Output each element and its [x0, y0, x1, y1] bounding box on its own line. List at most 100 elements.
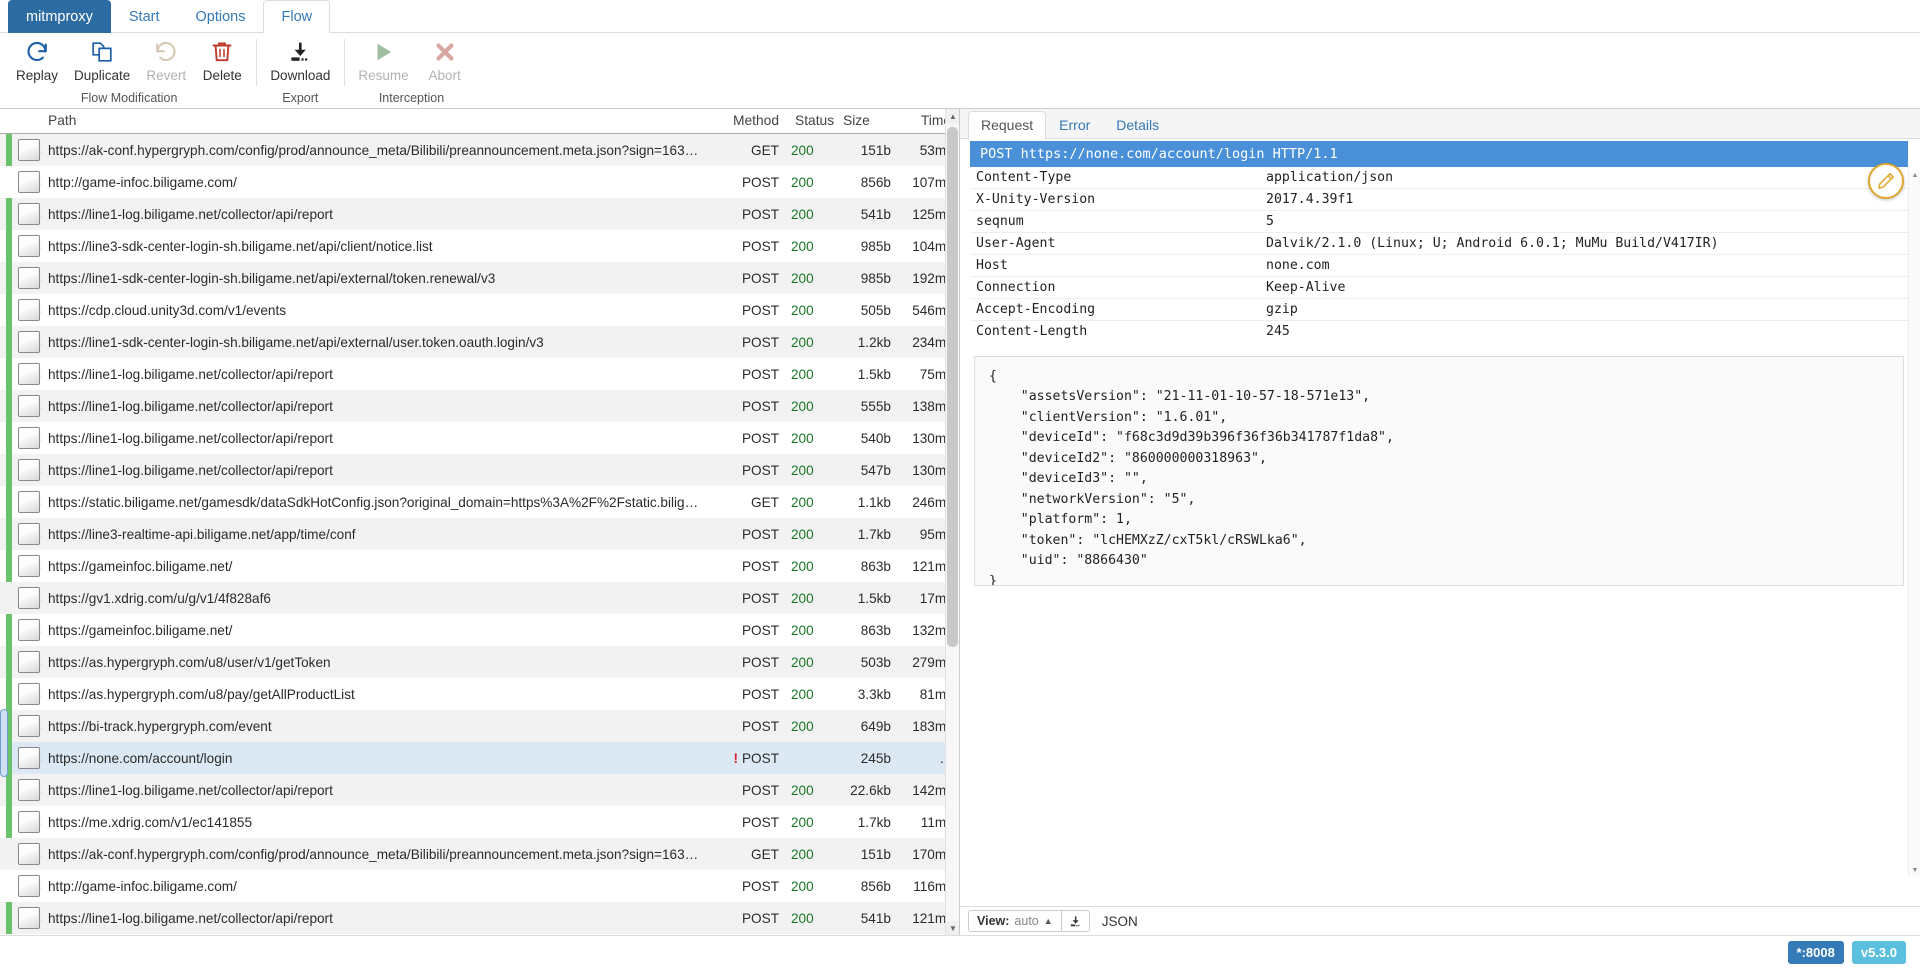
request-line: POST https://none.com/account/login HTTP… [970, 141, 1908, 167]
row-method: POST [741, 814, 779, 830]
row-icon-cell [12, 358, 42, 390]
flow-table: Path Method Status Size Time https://ak-… [0, 109, 959, 934]
edit-flow-button[interactable] [1868, 163, 1904, 199]
flow-row[interactable]: https://static.biligame.net/gamesdk/data… [0, 486, 959, 518]
revert-label: Revert [146, 68, 187, 83]
row-method: POST [741, 270, 779, 286]
flow-row[interactable]: https://line1-log.biligame.net/collector… [0, 422, 959, 454]
delete-button[interactable]: Delete [194, 33, 250, 86]
row-method: POST [741, 398, 779, 414]
row-status: 200 [791, 526, 814, 542]
download-content-button[interactable] [1061, 910, 1090, 932]
detail-scroll-up-arrow-icon[interactable]: ▲ [1909, 169, 1920, 181]
nav-tab-start-label: Start [128, 9, 160, 25]
header-value[interactable]: 2017.4.39f1 [1260, 188, 1908, 211]
flow-row[interactable]: https://gameinfoc.biligame.net/POST 200 86… [0, 550, 959, 582]
flow-row[interactable]: https://line3-realtime-api.biligame.net/… [0, 518, 959, 550]
main-content: Path Method Status Size Time https://ak-… [0, 109, 1920, 935]
tab-request[interactable]: Request [968, 111, 1047, 139]
flow-row[interactable]: https://none.com/account/login!POST245b… [0, 742, 959, 774]
flow-row[interactable]: https://as.hypergryph.com/u8/pay/getAllP… [0, 678, 959, 710]
flow-row[interactable]: https://ak-conf.hypergryph.com/config/pr… [0, 133, 959, 166]
detail-scrollbar[interactable]: ▲ ▼ [1908, 169, 1920, 876]
revert-button[interactable]: Revert [138, 33, 194, 86]
flow-list-scroll-area[interactable]: Path Method Status Size Time https://ak-… [0, 109, 959, 935]
document-icon [18, 555, 40, 577]
scroll-down-arrow-icon[interactable]: ▼ [946, 921, 959, 935]
header-key[interactable]: Host [970, 254, 1260, 277]
duplicate-button[interactable]: Duplicate [66, 33, 138, 86]
flow-row[interactable]: https://line1-log.biligame.net/collector… [0, 454, 959, 486]
row-size: 985b [860, 270, 891, 286]
header-key[interactable]: seqnum [970, 210, 1260, 233]
header-key[interactable]: Accept-Encoding [970, 298, 1260, 321]
status-badge-port[interactable]: *:8008 [1787, 941, 1844, 964]
flow-row[interactable]: https://ak-conf.hypergryph.com/config/pr… [0, 838, 959, 870]
row-size: 985b [860, 238, 891, 254]
detail-scroll-down-arrow-icon[interactable]: ▼ [1909, 864, 1920, 876]
header-row: User-Agent Dalvik/2.1.0 (Linux; U; Androi… [970, 232, 1908, 255]
row-path: https://line1-log.biligame.net/collector… [48, 910, 333, 926]
flow-row[interactable]: https://me.xdrig.com/v1/ec141855 POST 200 1… [0, 806, 959, 838]
flow-row[interactable]: https://line1-sdk-center-login-sh.biliga… [0, 262, 959, 294]
row-icon-cell [12, 230, 42, 262]
header-key[interactable]: Content-Length [970, 321, 1260, 343]
tab-error[interactable]: Error [1046, 111, 1103, 139]
header-key[interactable]: User-Agent [970, 232, 1260, 255]
row-status: 200 [791, 302, 814, 318]
header-value[interactable]: 245 [1260, 321, 1908, 343]
flow-row[interactable]: https://line1-log.biligame.net/collector… [0, 358, 959, 390]
flow-row[interactable]: https://bi-track.hypergryph.com/event POS… [0, 710, 959, 742]
flow-row[interactable]: http://game-infoc.biligame.com/POST 200 85… [0, 870, 959, 902]
flow-row[interactable]: https://line1-log.biligame.net/collector… [0, 774, 959, 806]
row-method: ! POST [733, 750, 779, 766]
header-value[interactable]: 5 [1260, 210, 1908, 233]
column-header-status[interactable]: Status [785, 109, 837, 134]
view-mode-button[interactable]: View: auto ▲ [968, 910, 1062, 932]
header-value[interactable]: application/json [1260, 167, 1908, 189]
download-button[interactable]: Download [262, 33, 338, 86]
header-value[interactable]: gzip [1260, 298, 1908, 321]
scroll-up-arrow-icon[interactable]: ▲ [946, 109, 959, 123]
column-header-size[interactable]: Size [837, 109, 897, 134]
row-method: POST [741, 718, 779, 734]
flow-row[interactable]: https://line1-log.biligame.net/collector… [0, 902, 959, 934]
column-header-path[interactable]: Path [42, 109, 723, 134]
brand-tab-mitmproxy[interactable]: mitmproxy [8, 0, 111, 33]
nav-tab-options[interactable]: Options [178, 0, 264, 33]
flow-row[interactable]: https://gameinfoc.biligame.net/POST 200 86… [0, 614, 959, 646]
flow-row[interactable]: https://cdp.cloud.unity3d.com/v1/events P… [0, 294, 959, 326]
tab-details[interactable]: Details [1103, 111, 1172, 139]
flow-row[interactable]: https://gv1.xdrig.com/u/g/v1/4f828af6 POS… [0, 582, 959, 614]
header-value[interactable]: none.com [1260, 254, 1908, 277]
abort-button[interactable]: Abort [417, 33, 473, 86]
header-value[interactable]: Keep-Alive [1260, 276, 1908, 299]
column-header-method[interactable]: Method [723, 109, 785, 134]
row-size: 540b [860, 430, 891, 446]
header-key[interactable]: X-Unity-Version [970, 188, 1260, 211]
row-method: POST [741, 526, 779, 542]
resume-button[interactable]: Resume [350, 33, 416, 86]
flow-row[interactable]: https://line3-sdk-center-login-sh.biliga… [0, 230, 959, 262]
status-badge-version[interactable]: v5.3.0 [1851, 941, 1906, 964]
document-icon [18, 715, 40, 737]
header-key[interactable]: Content-Type [970, 167, 1260, 189]
document-icon [18, 587, 40, 609]
flow-row[interactable]: https://line1-log.biligame.net/collector… [0, 198, 959, 230]
flow-row[interactable]: https://line1-log.biligame.net/collector… [0, 390, 959, 422]
header-key[interactable]: Connection [970, 276, 1260, 299]
row-size: 863b [860, 558, 891, 574]
row-icon-cell [12, 710, 42, 742]
scroll-thumb[interactable] [947, 127, 958, 647]
replay-button[interactable]: Replay [8, 33, 66, 86]
nav-tab-flow[interactable]: Flow [263, 0, 331, 33]
flow-row[interactable]: http://game-infoc.biligame.com/POST 200 85… [0, 166, 959, 198]
row-status: 200 [791, 430, 814, 446]
row-tls-indicator [0, 550, 12, 582]
nav-tab-start[interactable]: Start [111, 0, 178, 33]
flow-list-scrollbar[interactable]: ▲ ▼ [945, 109, 959, 935]
header-value[interactable]: Dalvik/2.1.0 (Linux; U; Android 6.0.1; M… [1260, 232, 1908, 255]
flow-row[interactable]: https://line1-sdk-center-login-sh.biliga… [0, 326, 959, 358]
flow-row[interactable]: https://as.hypergryph.com/u8/user/v1/get… [0, 646, 959, 678]
row-icon-cell [12, 806, 42, 838]
